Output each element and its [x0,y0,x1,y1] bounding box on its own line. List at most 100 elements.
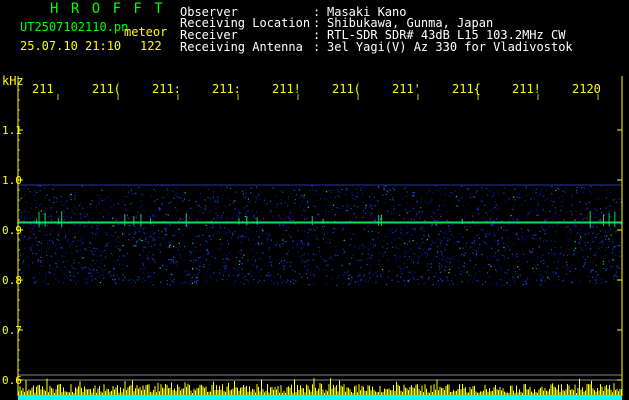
noise-dot [226,196,228,198]
noise-dot [392,219,394,221]
noise-dot [539,268,541,270]
noise-dot [558,197,560,199]
noise-dot [414,271,416,273]
level-bar [118,392,120,395]
noise-dot [373,196,376,198]
noise-dot [182,234,184,236]
noise-dot [607,231,609,233]
noise-dot [619,197,621,199]
noise-dot [33,234,35,236]
noise-dot [237,276,239,278]
noise-dot [244,189,247,191]
level-bar [517,392,519,395]
noise-dot [248,281,250,283]
noise-dot [82,242,84,244]
noise-dot [273,186,275,188]
level-bar [360,390,361,395]
noise-dot [65,201,67,203]
noise-dot [219,249,221,251]
noise-dot [172,191,174,193]
noise-dot [254,214,256,216]
noise-dot [515,233,517,235]
noise-dot [438,190,440,192]
noise-dot [354,246,356,249]
noise-dot [251,248,253,250]
noise-dot [237,215,239,217]
noise-dot [369,206,371,208]
noise-dot [367,253,370,255]
noise-dot [75,207,77,209]
noise-dot [369,204,371,206]
noise-dot [51,229,54,231]
level-bar [282,392,283,395]
level-bar [255,392,256,395]
noise-dot [385,193,387,195]
noise-dot [484,242,486,244]
noise-dot [404,250,406,252]
noise-dot [299,256,301,258]
noise-dot [95,250,97,252]
noise-dot [341,248,344,250]
level-bar [229,390,231,395]
noise-dot [423,235,425,237]
noise-dot [171,280,173,282]
noise-dot [152,233,154,235]
noise-dot [247,220,249,222]
level-bar [111,390,112,395]
noise-dot [404,262,406,265]
noise-dot [112,217,114,219]
noise-dot [435,272,437,274]
noise-dot [540,278,542,280]
level-bar [211,384,213,395]
noise-dot [487,264,490,266]
level-bar [235,387,237,395]
noise-dot [73,279,75,281]
level-bar [525,384,526,395]
noise-dot [516,256,518,258]
noise-dot [436,252,438,254]
noise-dot [418,218,421,220]
noise-dot [38,272,40,274]
noise-dot [74,195,76,197]
noise-dot [357,281,359,283]
noise-dot [564,191,566,193]
noise-dot [143,231,145,233]
level-bar [169,387,171,395]
level-bar [493,387,495,395]
noise-dot [508,279,510,281]
noise-dot [80,218,82,220]
noise-dot [186,209,188,211]
noise-dot [400,232,402,234]
noise-dot [452,283,454,285]
noise-dot [256,198,258,200]
noise-dot [135,217,137,219]
noise-dot [238,263,240,265]
noise-dot [604,249,606,251]
noise-dot [592,269,594,271]
noise-dot [90,203,92,205]
noise-dot [296,244,298,246]
noise-dot [501,237,503,239]
noise-dot [24,210,26,212]
noise-dot [478,213,480,215]
noise-dot [43,213,45,216]
noise-dot [179,232,181,234]
noise-dot [498,239,500,241]
noise-dot [527,279,529,281]
noise-dot [254,260,257,262]
noise-dot [438,208,440,210]
noise-dot [106,234,108,236]
noise-dot [469,226,471,228]
noise-dot [517,196,519,198]
noise-dot [138,275,140,277]
noise-dot [378,259,380,262]
noise-dot [432,284,434,286]
noise-dot [293,279,295,281]
level-bar [553,386,555,395]
x-tick-label: 211: [212,82,241,96]
noise-dot [489,264,491,266]
level-bar [507,392,508,395]
noise-dot [478,237,480,239]
level-bar [33,385,34,395]
level-bar [268,392,270,395]
